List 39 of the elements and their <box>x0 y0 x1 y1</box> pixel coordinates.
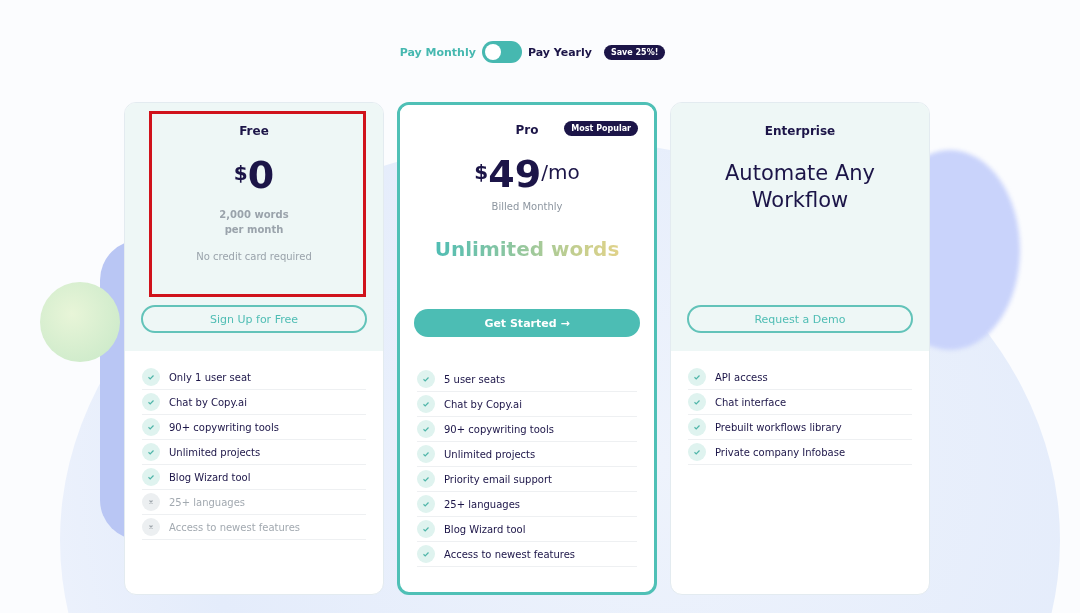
currency-sign: $ <box>474 160 489 184</box>
plan-name: Pro <box>515 123 539 137</box>
feature-label: Private company Infobase <box>715 446 846 458</box>
plan-button[interactable]: Get Started → <box>414 309 640 337</box>
feature-label: Prebuilt workflows library <box>715 421 842 433</box>
monthly-label[interactable]: Pay Monthly <box>399 45 476 59</box>
feature-label: API access <box>715 371 768 383</box>
currency-sign: $ <box>233 161 248 185</box>
feature-label: Access to newest features <box>444 548 576 560</box>
billing-toggle[interactable] <box>481 41 522 63</box>
popular-badge: Most Popular <box>564 121 638 136</box>
feature-label: Chat interface <box>715 396 787 408</box>
plan-headline: Automate Any Workflow <box>724 160 876 214</box>
feature-label: Chat by Copy.ai <box>444 398 523 410</box>
feature-label: 25+ languages <box>444 498 521 510</box>
word-limit: 2,000 words per month <box>219 208 289 237</box>
plan-note: No credit card required <box>196 251 312 262</box>
feature-label: 90+ copywriting tools <box>444 423 554 435</box>
plan-name: Enterprise <box>764 124 836 138</box>
feature-label: 90+ copywriting tools <box>169 421 279 433</box>
billing-note: Billed Monthly <box>491 201 563 212</box>
price-amount: 0 <box>247 153 275 197</box>
feature-label: Access to newest features <box>169 521 301 533</box>
feature-label: Unlimited projects <box>444 448 536 460</box>
plan-button[interactable]: Request a Demo <box>687 305 913 333</box>
plan-button[interactable]: Sign Up for Free <box>141 305 367 333</box>
yearly-label[interactable]: Pay Yearly <box>527 45 592 59</box>
feature-label: Blog Wizard tool <box>444 523 526 535</box>
feature-label: Blog Wizard tool <box>169 471 251 483</box>
feature-label: 25+ languages <box>169 496 246 508</box>
feature-label: Chat by Copy.ai <box>169 396 248 408</box>
plan-name: Free <box>239 124 269 138</box>
feature-label: Unlimited projects <box>169 446 261 458</box>
feature-label: Priority email support <box>444 473 552 485</box>
discount-badge: Save 25%! <box>603 44 666 60</box>
price-amount: 49 <box>488 152 542 196</box>
price-period: /mo <box>541 160 580 184</box>
feature-label: 5 user seats <box>444 373 506 385</box>
feature-label: Only 1 user seat <box>169 371 252 383</box>
